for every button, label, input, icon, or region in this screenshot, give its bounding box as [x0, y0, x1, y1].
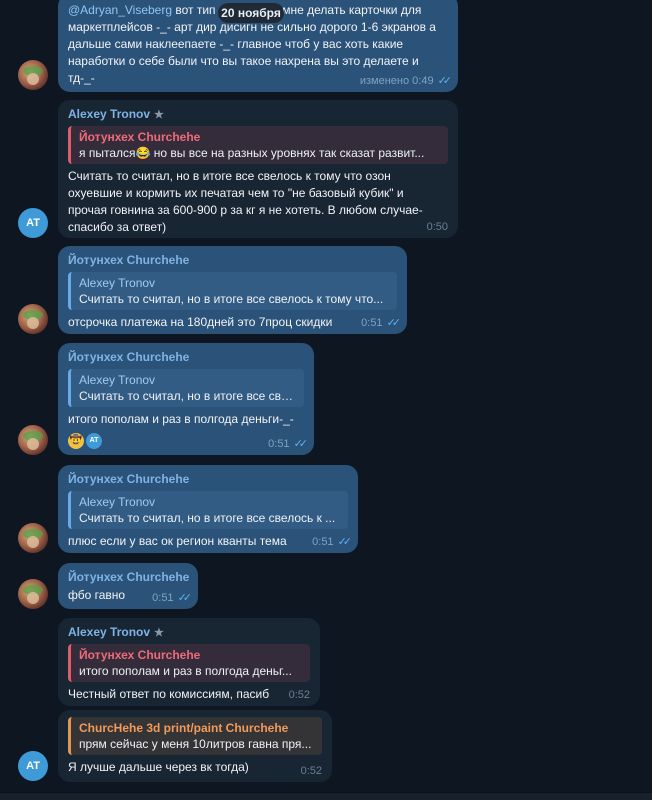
reply-text: прям сейчас у меня 10литров гавна пря... [79, 737, 312, 751]
message-time: 0:51 [361, 317, 383, 329]
message-meta: изменено 0:49 ✓✓ [359, 74, 453, 87]
double-check-icon: ✓✓ [437, 75, 453, 87]
star-icon: ★ [154, 109, 164, 121]
sender-name[interactable]: Alexey Tronov ★ [68, 625, 310, 640]
reply-text: Считать то считал, но в итоге все све... [79, 389, 296, 403]
reply-sender: Йотунхех Churchehe [79, 648, 201, 662]
sender-name[interactable]: Alexey Tronov ★ [68, 107, 448, 122]
message-time: 0:51 [268, 438, 290, 450]
reply-quote[interactable]: Alexey Tronov Считать то считал, но в ит… [68, 369, 304, 407]
avatar[interactable] [18, 60, 48, 90]
reply-sender: Alexey Tronov [79, 495, 156, 509]
sender-name[interactable]: Йотунхех Churchehe [68, 472, 348, 487]
message-bubble[interactable]: ChurcHehe 3d print/paint Churchehe прям … [58, 710, 332, 782]
cowboy-emoji-reaction[interactable]: 🤠 [68, 433, 84, 449]
reply-quote[interactable]: ChurcHehe 3d print/paint Churchehe прям … [68, 717, 322, 755]
double-check-icon: ✓✓ [386, 317, 402, 329]
sender-name[interactable]: Йотунхех Churchehe [68, 253, 397, 268]
message-bubble[interactable]: Alexey Tronov ★ Йотунхех Churchehe я пыта… [58, 100, 458, 238]
date-separator[interactable]: 20 ноября [218, 3, 284, 23]
message-text: Считать то считал, но в итоге все свелос… [68, 169, 423, 234]
reply-sender: Alexey Tronov [79, 373, 156, 387]
message-time: изменено 0:49 [359, 75, 434, 87]
message-bubble[interactable]: Йотунхех Churchehe Alexey Tronov Считать… [58, 465, 358, 553]
message-text: Честный ответ по комиссиям, пасиб [68, 687, 270, 701]
reply-sender: Йотунхех Churchehe [79, 130, 201, 144]
reply-quote[interactable]: Alexey Tronov Считать то считал, но в ит… [68, 272, 397, 310]
message-text: отсрочка платежа на 180дней это 7проц ск… [68, 315, 333, 329]
message-text: плюс если у вас ок регион кванты тема [68, 534, 287, 548]
avatar[interactable]: AT [18, 751, 48, 781]
reply-sender: ChurcHehe 3d print/paint Churchehe [79, 721, 289, 735]
message-bubble[interactable]: Alexey Tronov ★ Йотунхех Churchehe итого … [58, 618, 320, 706]
message-bubble[interactable]: Йотунхех Churchehe Alexey Tronov Считать… [58, 246, 407, 334]
reply-text: я пытался😂 но вы все на разных уровнях т… [79, 146, 425, 160]
message-meta: 0:51 ✓✓ [152, 591, 193, 604]
double-check-icon: ✓✓ [177, 592, 193, 604]
sender-name[interactable]: Йотунхех Churchehe [68, 350, 304, 365]
message-bubble[interactable]: Йотунхех Churchehe Alexey Tronov Считать… [58, 343, 314, 455]
avatar[interactable]: AT [18, 208, 48, 238]
reply-quote[interactable]: Йотунхех Churchehe итого пополам и раз в… [68, 644, 310, 682]
reaction-avatar: AT [86, 433, 102, 449]
avatar[interactable] [18, 579, 48, 609]
reply-quote[interactable]: Alexey Tronov Считать то считал, но в ит… [68, 491, 348, 529]
message-time: 0:52 [288, 689, 310, 701]
star-icon: ★ [154, 627, 164, 639]
message-bubble[interactable]: Йотунхех Churchehe фбо гавно 0:51 ✓✓ [58, 563, 198, 609]
avatar[interactable] [18, 523, 48, 553]
message-text: итого пополам и раз в полгода деньги-_- [68, 412, 294, 426]
reply-quote[interactable]: Йотунхех Churchehe я пытался😂 но вы все … [68, 126, 448, 164]
message-meta: 0:51 ✓✓ [312, 535, 353, 548]
mention-link[interactable]: @Adryan_Viseberg [68, 3, 172, 17]
reply-text: Считать то считал, но в итоге все свелос… [79, 292, 384, 306]
double-check-icon: ✓✓ [337, 536, 353, 548]
sender-name[interactable]: Йотунхех Churchehe [68, 570, 189, 585]
avatar[interactable] [18, 304, 48, 334]
message-text: Я лучше дальше через вк тогда) [68, 760, 249, 774]
message-time: 0:51 [152, 592, 174, 604]
message-time: 0:51 [312, 536, 334, 548]
message-time: 0:50 [426, 221, 448, 233]
chat-history: 20 ноября @Adryan_Viseberg вот тип мне д… [0, 0, 652, 800]
reply-sender: Alexey Tronov [79, 276, 156, 290]
reactions[interactable]: 🤠 AT [68, 433, 102, 449]
reply-text: итого пополам и раз в полгода деньг... [79, 664, 292, 678]
message-meta: 0:51 ✓✓ [268, 437, 309, 450]
double-check-icon: ✓✓ [293, 438, 309, 450]
message-meta: 0:51 ✓✓ [361, 316, 402, 329]
reply-text: Считать то считал, но в итоге все свелос… [79, 511, 336, 525]
composer-edge [0, 792, 652, 800]
message-time: 0:52 [300, 765, 322, 777]
avatar[interactable] [18, 425, 48, 455]
